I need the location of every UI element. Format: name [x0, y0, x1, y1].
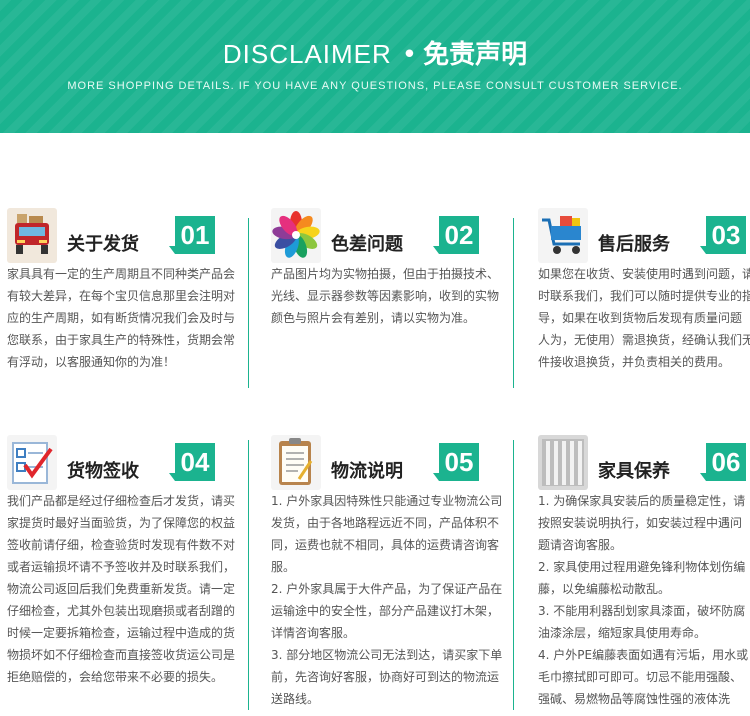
banner-subtitle: MORE SHOPPING DETAILS. IF YOU HAVE ANY Q…	[67, 80, 683, 92]
banner-title: DISCLAIMER • 免责声明	[0, 36, 750, 73]
card-body: 产品图片均为实物拍摄，但由于拍摄技术、光线、显示器参数等因素影响，收到的实物颜色…	[271, 263, 503, 329]
card-paragraph: 2. 家具使用过程用避免锋利物体划伤编藤，以免编藤松动散乱。	[538, 560, 746, 596]
card-number-badge: 06	[700, 443, 746, 481]
card-paragraph: 我们产品都是经过仔细检查后才发货，请买家提货时最好当面验货，为了保障您的权益签收…	[7, 494, 236, 684]
card-paragraph: 3. 不能用利器刮划家具漆面，破坏防腐油漆涂层，缩短家具使用寿命。	[538, 604, 746, 640]
card-paragraph: 如果您在收货、安装使用时遇到问题，请随时联系我们，我们可以随时提供专业的指导，如…	[538, 267, 750, 369]
card-paragraph: 2. 户外家具属于大件产品，为了保证产品在运输途中的安全性，部分产品建议打木架，…	[271, 582, 503, 640]
card-title: 物流说明	[331, 461, 403, 482]
card-body: 家具具有一定的生产周期且不同种类产品会有较大差异，在每个宝贝信息那里会注明对应的…	[7, 263, 239, 373]
card-title: 售后服务	[598, 234, 670, 255]
shopping-cart-icon	[538, 208, 588, 263]
column-divider	[513, 218, 514, 388]
card-paragraph: 产品图片均为实物拍摄，但由于拍摄技术、光线、显示器参数等因素影响，收到的实物颜色…	[271, 267, 500, 325]
card-number-badge: 03	[700, 216, 746, 254]
delivery-truck-icon	[7, 208, 57, 263]
card-body: 1. 为确保家具安装后的质量稳定性，请按照安装说明执行，如安装过程中遇问题请咨询…	[538, 490, 750, 710]
banner-title-en: DISCLAIMER	[222, 39, 392, 69]
card-number-badge: 01	[169, 216, 215, 254]
card-title: 关于发货	[67, 234, 139, 255]
column-divider	[513, 440, 514, 710]
checklist-icon	[7, 435, 57, 490]
card-paragraph: 3. 部分地区物流公司无法到达，请买家下单前，先咨询好客服，协商好可到达的物流运…	[271, 648, 503, 706]
color-wheel-icon	[271, 208, 321, 263]
card-title: 货物签收	[67, 461, 139, 482]
column-divider	[248, 218, 249, 388]
card-number-badge: 05	[433, 443, 479, 481]
card-title: 家具保养	[598, 461, 670, 482]
furniture-photo-icon	[538, 435, 588, 490]
card-body: 我们产品都是经过仔细检查后才发货，请买家提货时最好当面验货，为了保障您的权益签收…	[7, 490, 239, 688]
card-number-badge: 04	[169, 443, 215, 481]
clipboard-icon	[271, 435, 321, 490]
disclaimer-banner: DISCLAIMER • 免责声明 MORE SHOPPING DETAILS. I…	[0, 0, 750, 133]
banner-title-dot: •	[401, 40, 418, 70]
card-body: 如果您在收货、安装使用时遇到问题，请随时联系我们，我们可以随时提供专业的指导，如…	[538, 263, 750, 373]
card-number-badge: 02	[433, 216, 479, 254]
card-paragraph: 1. 为确保家具安装后的质量稳定性，请按照安装说明执行，如安装过程中遇问题请咨询…	[538, 494, 746, 552]
card-title: 色差问题	[331, 234, 403, 255]
card-paragraph: 1. 户外家具因特殊性只能通过专业物流公司发货，由于各地路程远近不同，产品体积不…	[271, 494, 503, 574]
card-paragraph: 4. 户外PE编藤表面如遇有污垢，用水或毛巾擦拭即可即可。切忌不能用强酸、强碱、…	[538, 648, 749, 706]
card-paragraph: 家具具有一定的生产周期且不同种类产品会有较大差异，在每个宝贝信息那里会注明对应的…	[7, 267, 236, 369]
column-divider	[248, 440, 249, 710]
banner-title-cn: 免责声明	[423, 40, 528, 70]
card-body: 1. 户外家具因特殊性只能通过专业物流公司发货，由于各地路程远近不同，产品体积不…	[271, 490, 503, 710]
